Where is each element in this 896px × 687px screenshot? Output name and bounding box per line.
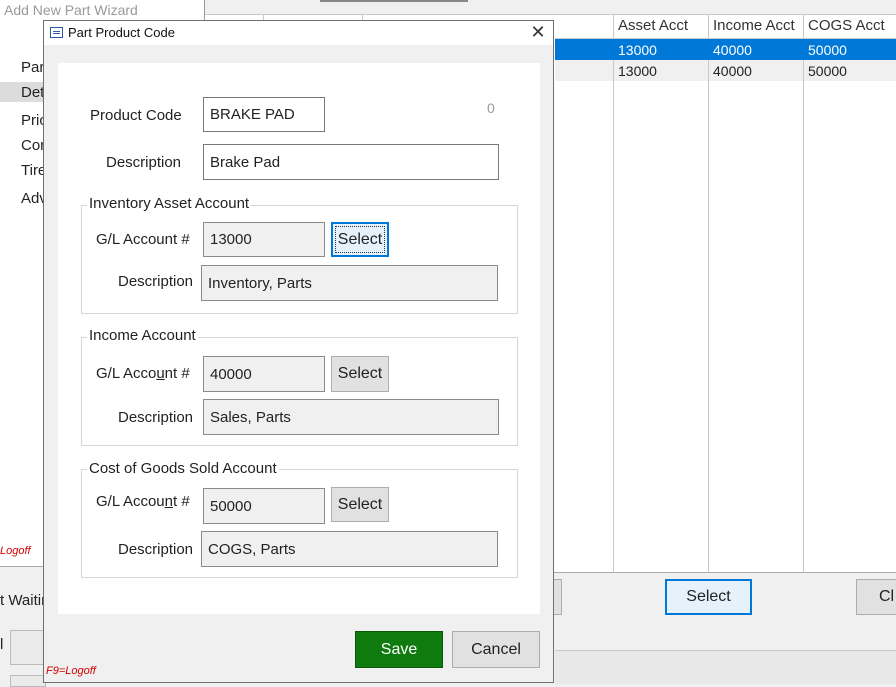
grid-column-divider [803, 14, 804, 572]
column-header-cogs-acct[interactable]: COGS Acct [808, 17, 885, 34]
income-select-button[interactable]: Select [331, 356, 389, 392]
counter-value: 0 [487, 100, 495, 116]
close-icon[interactable]: ✕ [528, 22, 548, 42]
cogs-description-field[interactable]: COGS, Parts [201, 531, 498, 567]
cogs-account-title: Cost of Goods Sold Account [87, 460, 279, 477]
cogs-gl-account-field[interactable]: 50000 [203, 488, 325, 524]
dialog-content-panel: Product Code BRAKE PAD 0 Description Bra… [58, 63, 540, 614]
cell-cogs-acct: 50000 [808, 63, 847, 79]
wizard-bottom-button[interactable] [10, 675, 46, 687]
cogs-description-label: Description [118, 541, 194, 558]
income-gl-account-field[interactable]: 40000 [203, 356, 325, 392]
grid-column-divider [708, 60, 709, 81]
gl-label-part: G/L Accou [96, 493, 165, 510]
waiting-label: t Waitir [0, 592, 47, 609]
grid-column-divider [613, 60, 614, 81]
inventory-description-field[interactable]: Inventory, Parts [201, 265, 498, 301]
grid-column-divider [803, 60, 804, 81]
wizard-logoff-hint: Logoff [0, 545, 31, 557]
cell-cogs-acct: 50000 [808, 42, 847, 58]
cell-income-acct: 40000 [713, 63, 752, 79]
grid-column-divider [708, 14, 709, 572]
income-description-field[interactable]: Sales, Parts [203, 399, 499, 435]
f9-logoff-hint: F9=Logoff [46, 665, 96, 677]
wizard-nav-item[interactable]: Cor [21, 137, 45, 154]
save-button[interactable]: Save [355, 631, 443, 668]
cogs-select-button[interactable]: Select [331, 487, 389, 522]
product-code-label: Product Code [90, 107, 182, 124]
wizard-title: Add New Part Wizard [4, 2, 138, 18]
grid-bottom-strip [555, 650, 896, 684]
window-icon [50, 27, 63, 38]
wizard-nav-item[interactable]: Det [21, 84, 44, 101]
product-code-field[interactable]: BRAKE PAD [203, 97, 325, 132]
inventory-asset-account-title: Inventory Asset Account [87, 195, 252, 212]
part-product-code-dialog: Part Product Code ✕ Product Code BRAKE P… [43, 20, 554, 683]
income-account-title: Income Account [87, 327, 198, 344]
grid-top-button-edge [320, 0, 468, 2]
dialog-title: Part Product Code [68, 25, 175, 40]
gl-account-label: G/L Account # [96, 231, 190, 248]
grid-close-button[interactable]: Cl [856, 579, 896, 615]
income-description-label: Description [118, 409, 194, 426]
gl-label-part: G/L Acco [96, 365, 157, 382]
inventory-select-button[interactable]: Select [331, 222, 389, 257]
dialog-titlebar[interactable]: Part Product Code ✕ [44, 21, 553, 45]
cell-income-acct: 40000 [713, 42, 752, 58]
cancel-button[interactable]: Cancel [452, 631, 540, 668]
description-field[interactable]: Brake Pad [203, 144, 499, 180]
cell-asset-acct: 13000 [618, 42, 657, 58]
l-label: l [0, 636, 4, 653]
grid-select-button[interactable]: Select [665, 579, 752, 615]
gl-label-part: t # [173, 493, 190, 510]
gl-account-label: G/L Account # [96, 365, 190, 382]
gl-label-mnemonic: n [164, 493, 173, 510]
inventory-gl-account-field[interactable]: 13000 [203, 222, 325, 257]
cell-asset-acct: 13000 [618, 63, 657, 79]
description-label: Description [106, 154, 182, 171]
gl-label-part: nt # [164, 365, 190, 382]
wizard-nav-item[interactable]: Par [21, 59, 44, 76]
column-header-income-acct[interactable]: Income Acct [713, 17, 795, 34]
gl-account-label: G/L Account # [96, 493, 190, 510]
inventory-description-label: Description [118, 273, 194, 290]
gl-label-mnemonic: u [156, 365, 165, 382]
grid-column-divider [613, 14, 614, 572]
wizard-bottom-button[interactable] [10, 630, 46, 665]
column-header-asset-acct[interactable]: Asset Acct [618, 17, 688, 34]
